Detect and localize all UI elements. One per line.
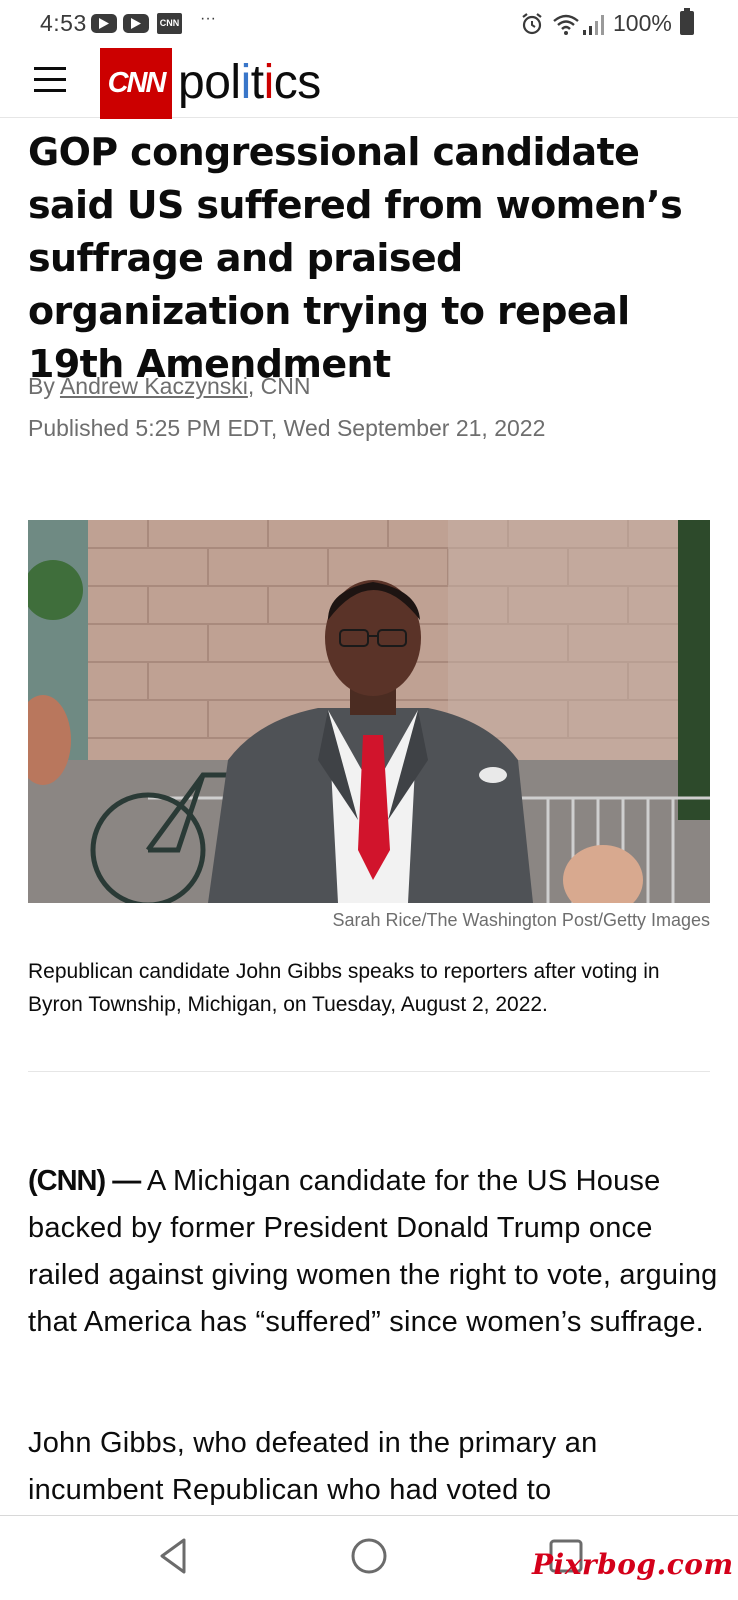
- back-icon[interactable]: [154, 1536, 194, 1576]
- battery-percent: 100%: [613, 10, 672, 36]
- wifi-icon: [552, 12, 580, 41]
- hamburger-menu-icon[interactable]: [34, 67, 66, 93]
- section-part: i: [263, 56, 275, 109]
- divider: [28, 1071, 710, 1072]
- published-timestamp: Published 5:25 PM EDT, Wed September 21,…: [28, 415, 546, 441]
- byline: By Andrew Kaczynski, CNN: [28, 373, 311, 400]
- article-paragraph: (CNN) — A Michigan candidate for the US …: [28, 1158, 718, 1346]
- cnn-logo-text: CNN: [107, 67, 167, 99]
- watermark-text: Pixrbog.com: [532, 1548, 734, 1581]
- byline-prefix: By: [28, 373, 60, 399]
- section-part: t: [250, 56, 264, 109]
- home-icon[interactable]: [349, 1536, 389, 1576]
- status-bar: 4:53 CNN ··· 100%: [0, 0, 738, 50]
- section-part: pol: [178, 56, 241, 109]
- image-caption: Republican candidate John Gibbs speaks t…: [28, 960, 660, 1016]
- cnn-logo[interactable]: CNN: [100, 48, 172, 119]
- section-part: i: [240, 56, 252, 109]
- article-paragraph: John Gibbs, who defeated in the primary …: [28, 1427, 598, 1506]
- alarm-icon: [520, 12, 544, 41]
- signal-icon: [582, 12, 608, 41]
- overflow-notifications-icon: ···: [200, 10, 216, 27]
- cnn-app-icon: CNN: [157, 13, 182, 34]
- author-link[interactable]: Andrew Kaczynski: [60, 373, 248, 399]
- youtube-icon: [91, 14, 117, 33]
- battery-icon: [680, 8, 694, 35]
- status-time: 4:53: [40, 10, 87, 36]
- youtube-icon: [123, 14, 149, 33]
- article-headline: GOP congressional candidate said US suff…: [28, 130, 683, 386]
- photo-credit: Sarah Rice/The Washington Post/Getty Ima…: [332, 910, 710, 930]
- site-header: CNN politics: [0, 48, 738, 119]
- section-part: cs: [273, 56, 322, 109]
- dateline: (CNN) —: [28, 1165, 141, 1197]
- section-politics-link[interactable]: politics: [178, 55, 321, 110]
- hero-image[interactable]: [28, 520, 710, 903]
- byline-suffix: , CNN: [247, 373, 311, 399]
